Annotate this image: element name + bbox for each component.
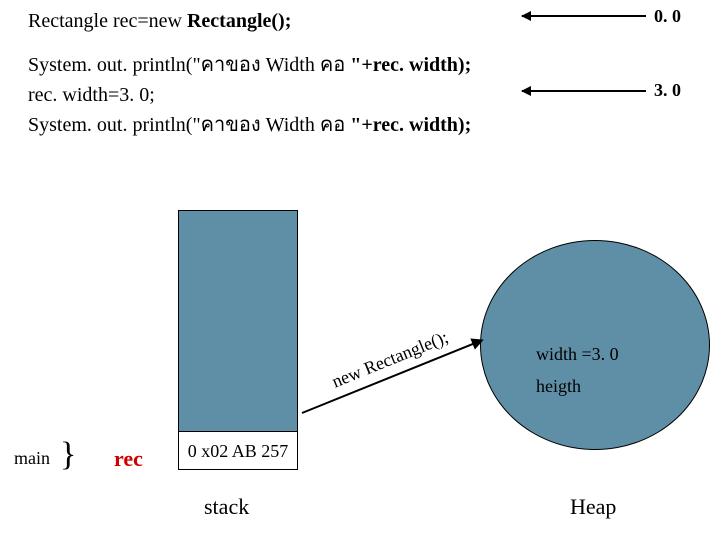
arrow-to-after	[522, 90, 646, 92]
code-line-2a: System. out. println("คาของ Width คอ	[28, 54, 350, 76]
rec-variable-label: rec	[114, 446, 143, 472]
stack-caption: stack	[204, 494, 249, 520]
output-value-after: 3. 0	[654, 80, 681, 101]
heap-field-height: heigth	[536, 376, 581, 397]
code-block: Rectangle rec=new Rectangle(); System. o…	[28, 6, 471, 140]
code-line-4b: "+rec. width);	[350, 114, 471, 136]
code-line-2b: "+rec. width);	[350, 54, 471, 76]
pointer-arrow: new Rectangle();	[289, 307, 497, 445]
brace-icon: }	[60, 436, 76, 474]
arrow-to-initial	[522, 15, 646, 17]
code-line-1a: Rectangle rec=new	[28, 10, 187, 32]
code-line-3: rec. width=3. 0;	[28, 80, 471, 110]
main-label: main	[14, 448, 50, 469]
heap-caption: Heap	[570, 494, 616, 520]
output-value-initial: 0. 0	[654, 6, 681, 27]
stack-address-cell: 0 x02 AB 257	[178, 432, 298, 470]
stack-frame-fill	[178, 210, 298, 432]
heap-field-width: width =3. 0	[536, 344, 619, 365]
code-line-4a: System. out. println("คาของ Width คอ	[28, 114, 350, 136]
code-line-1b: Rectangle();	[187, 10, 291, 32]
